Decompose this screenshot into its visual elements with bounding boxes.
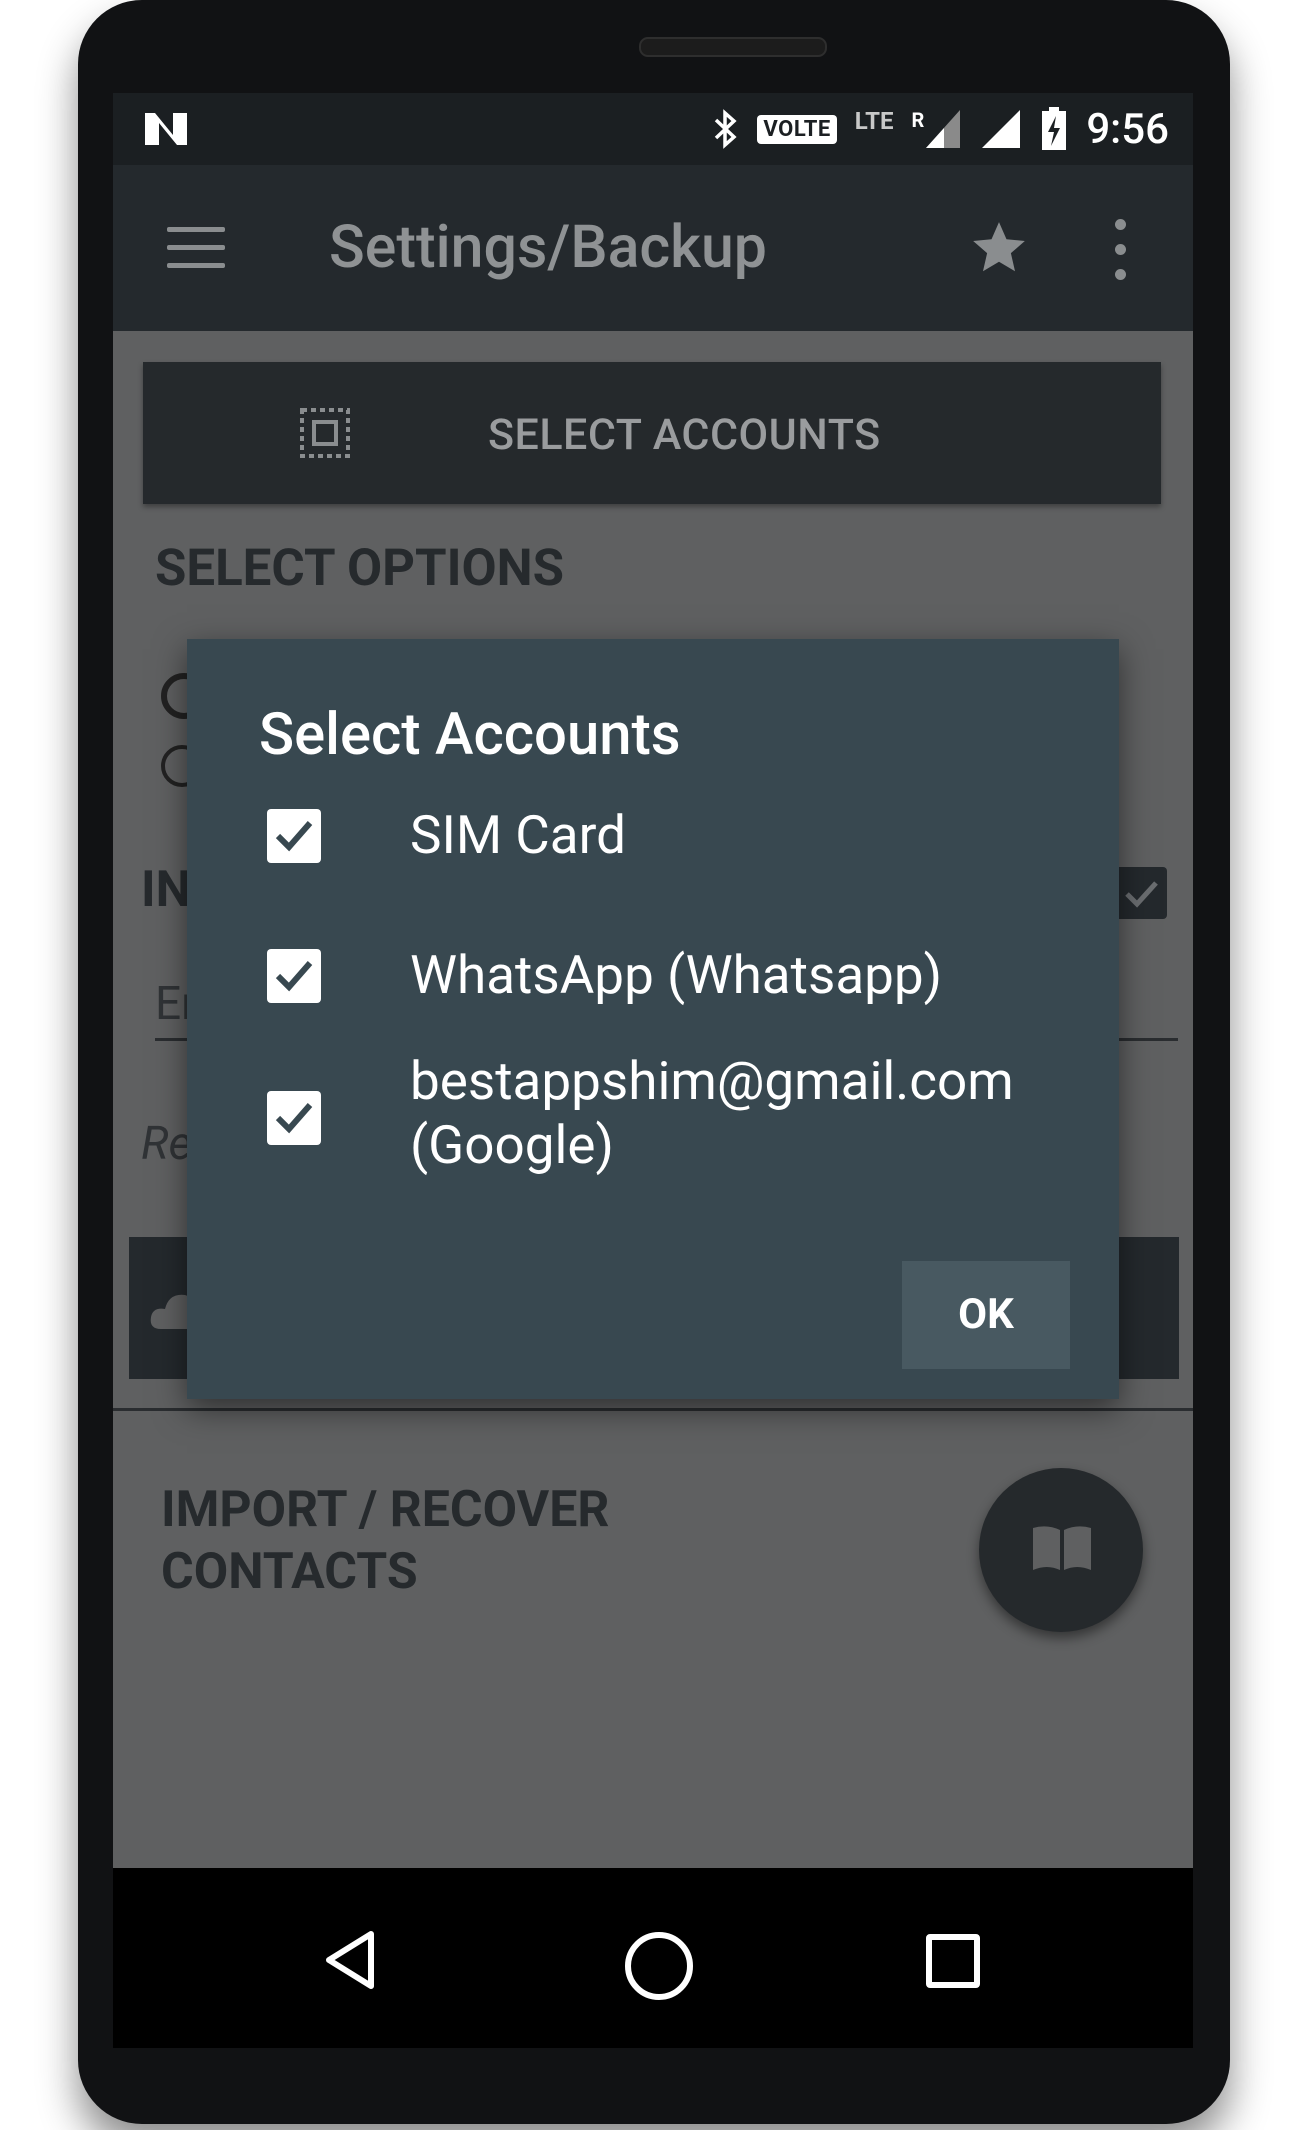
roaming-indicator: R bbox=[911, 108, 925, 132]
email-input-underline-right bbox=[1113, 1038, 1178, 1041]
select-accounts-label: SELECT ACCOUNTS bbox=[488, 410, 881, 460]
account-label: SIM Card bbox=[410, 804, 626, 866]
checkbox-checked[interactable] bbox=[267, 809, 321, 863]
import-recover-heading: IMPORT / RECOVER CONTACTS bbox=[161, 1479, 609, 1603]
navigation-bar bbox=[113, 1868, 1193, 2048]
status-bar: VOLTE LTE R 9:56 bbox=[113, 93, 1193, 165]
page-title: Settings/Backup bbox=[329, 213, 767, 282]
checkmark-icon bbox=[275, 821, 313, 852]
account-label-email: bestappshim@gmail.com bbox=[410, 1050, 1014, 1112]
section-divider bbox=[113, 1408, 1193, 1411]
checkbox-checked[interactable] bbox=[267, 949, 321, 1003]
select-options-heading: SELECT OPTIONS bbox=[155, 539, 565, 598]
more-vert-icon[interactable] bbox=[1115, 219, 1131, 281]
ok-button-label: OK bbox=[958, 1290, 1014, 1339]
lte-indicator: LTE bbox=[854, 107, 894, 135]
select-all-icon bbox=[300, 408, 350, 458]
nav-home-icon[interactable] bbox=[625, 1932, 693, 2000]
import-fab-button[interactable] bbox=[979, 1468, 1143, 1632]
nav-back-icon[interactable] bbox=[323, 1930, 377, 1990]
screen: VOLTE LTE R 9:56 Settings/Backup SELECT … bbox=[113, 93, 1193, 1868]
star-icon[interactable] bbox=[968, 217, 1030, 279]
import-heading-line2: CONTACTS bbox=[161, 1543, 418, 1601]
account-label-type: (Google) bbox=[410, 1114, 614, 1176]
book-icon bbox=[1033, 1526, 1091, 1570]
dialog-title: Select Accounts bbox=[259, 701, 681, 769]
status-icons: VOLTE LTE R 9:56 bbox=[713, 93, 1169, 165]
nav-recents-icon[interactable] bbox=[926, 1934, 980, 1988]
partial-heading: IN bbox=[141, 861, 191, 919]
signal-roaming-icon: R bbox=[912, 108, 963, 150]
app-bar: Settings/Backup bbox=[113, 165, 1193, 331]
option-checkbox[interactable] bbox=[1115, 867, 1167, 919]
import-heading-line1: IMPORT / RECOVER bbox=[161, 1481, 610, 1539]
checkmark-icon bbox=[275, 1103, 313, 1134]
bluetooth-icon bbox=[715, 109, 738, 149]
account-label: bestappshim@gmail.com (Google) bbox=[410, 1049, 1014, 1177]
partial-hint-text: Re bbox=[141, 1117, 193, 1171]
battery-charging-icon bbox=[1042, 107, 1067, 150]
signal-icon bbox=[982, 110, 1021, 148]
clock: 9:56 bbox=[1086, 104, 1169, 154]
hamburger-menu-icon[interactable] bbox=[167, 227, 225, 269]
checkbox-checked[interactable] bbox=[267, 1091, 321, 1145]
checkmark-icon bbox=[275, 961, 313, 992]
earpiece-speaker bbox=[639, 37, 827, 57]
n-logo-icon bbox=[145, 113, 187, 145]
account-label: WhatsApp (Whatsapp) bbox=[410, 944, 943, 1006]
volte-badge: VOLTE bbox=[757, 114, 837, 144]
select-accounts-button[interactable]: SELECT ACCOUNTS bbox=[143, 362, 1161, 504]
select-accounts-dialog: Select Accounts SIM Card WhatsApp (Whats… bbox=[187, 639, 1119, 1399]
ok-button[interactable]: OK bbox=[902, 1261, 1070, 1369]
